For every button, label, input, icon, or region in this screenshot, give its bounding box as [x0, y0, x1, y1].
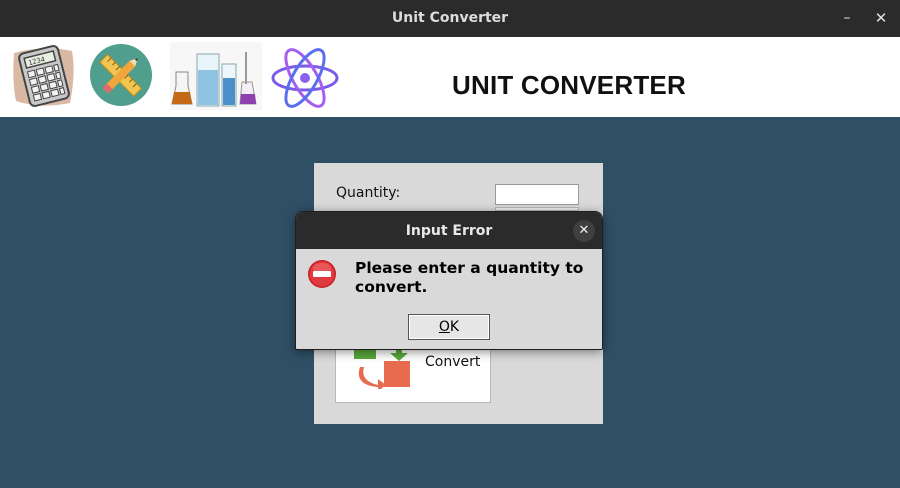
header-banner: 1234 UNIT CONVERTER	[0, 37, 900, 117]
minimize-button[interactable]: –	[837, 8, 857, 28]
ok-label-rest: K	[449, 319, 460, 335]
error-icon	[307, 259, 337, 293]
dialog-message: Please enter a quantity to convert.	[355, 259, 584, 296]
lab-flasks-icon	[170, 42, 262, 114]
ok-button[interactable]: OK	[408, 314, 490, 340]
dialog-titlebar: Input Error ✕	[296, 212, 602, 249]
window-titlebar: Unit Converter – ✕	[0, 0, 900, 37]
ok-mnemonic: O	[438, 319, 450, 335]
quantity-label: Quantity:	[336, 185, 401, 201]
window-title: Unit Converter	[391, 10, 509, 26]
convert-button-label: Convert	[425, 354, 481, 370]
calculator-icon: 1234	[10, 43, 78, 113]
window-close-button[interactable]: ✕	[871, 8, 891, 28]
dialog-title: Input Error	[405, 223, 493, 239]
dialog-close-button[interactable]: ✕	[573, 220, 595, 242]
quantity-input[interactable]	[495, 184, 579, 205]
ruler-pencil-icon	[89, 43, 153, 111]
input-error-dialog: Input Error ✕ Please enter a quantity to…	[295, 211, 603, 350]
atom-icon	[270, 43, 340, 117]
app-title: UNIT CONVERTER	[452, 70, 686, 100]
